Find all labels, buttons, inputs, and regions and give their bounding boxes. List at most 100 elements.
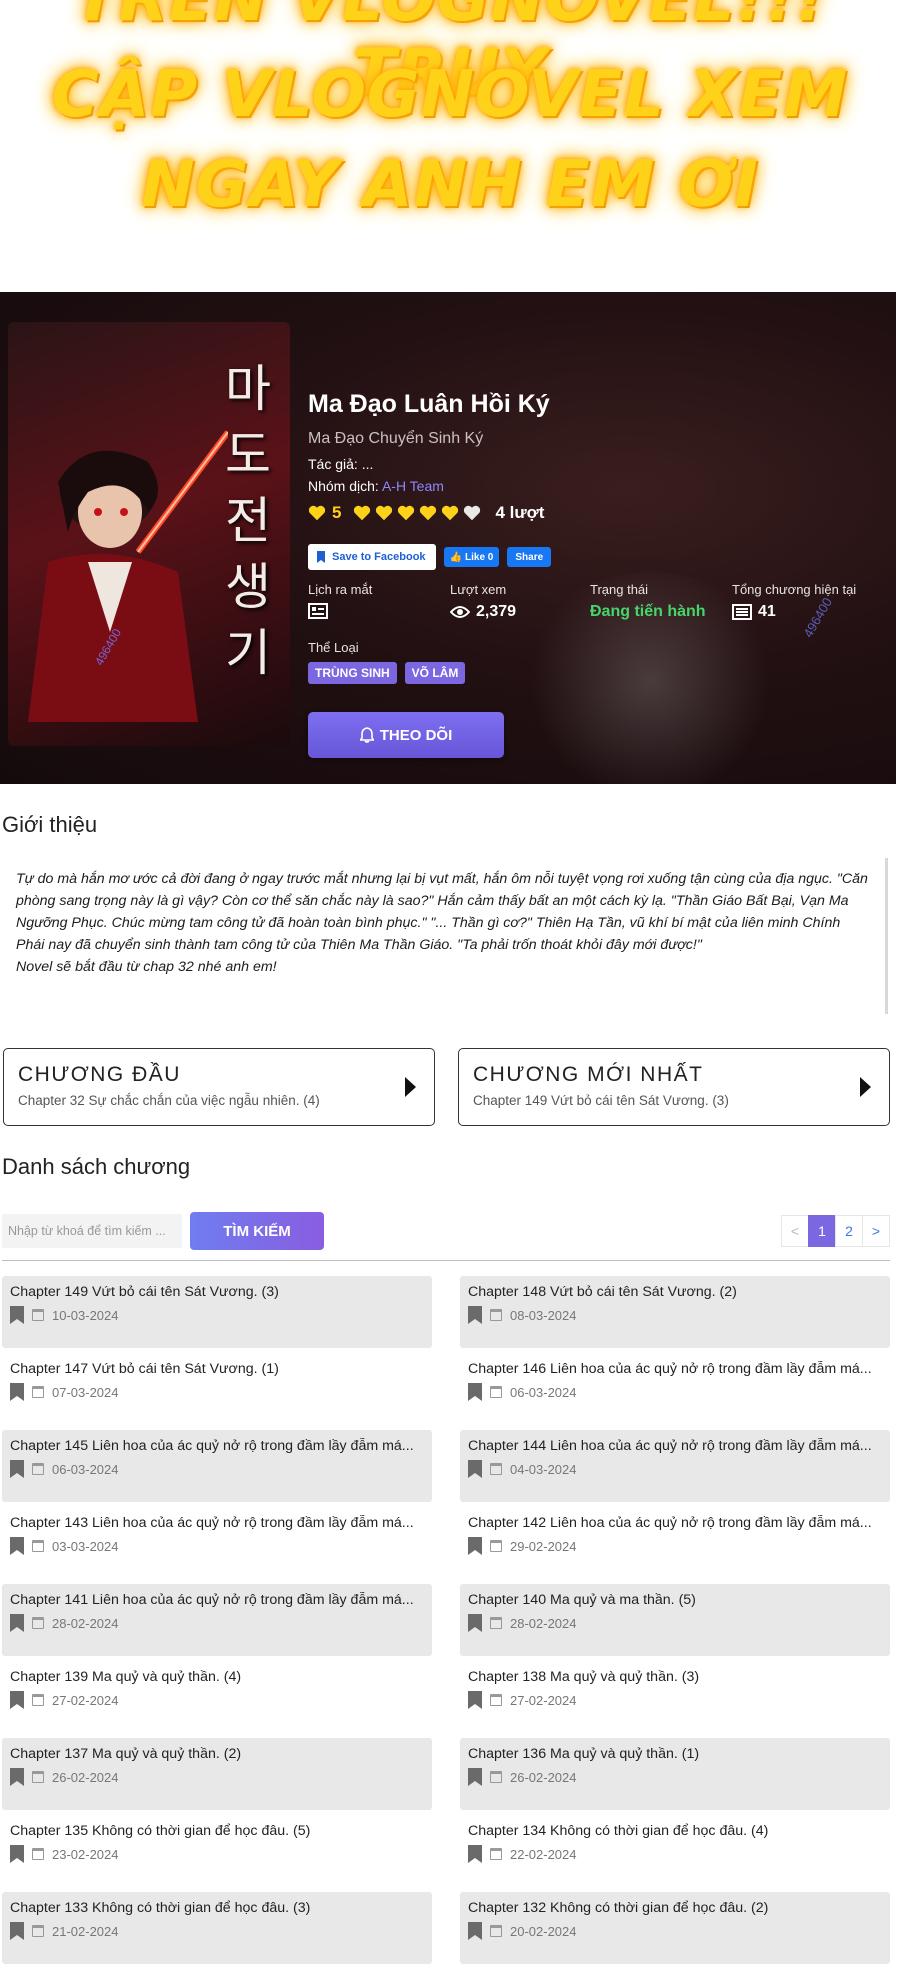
heart-empty-icon[interactable] [463, 504, 481, 522]
chapter-date: 10-03-2024 [52, 1307, 119, 1323]
bookmark-icon[interactable] [10, 1537, 24, 1555]
bookmark-icon[interactable] [468, 1845, 482, 1863]
chapter-link[interactable]: Chapter 144 Liên hoa của ác quỷ nở rộ tr… [468, 1438, 882, 1454]
bookmark-icon[interactable] [468, 1460, 482, 1478]
chapter-date: 20-02-2024 [510, 1923, 577, 1939]
bookmark-icon[interactable] [10, 1922, 24, 1940]
heart-icon[interactable] [419, 504, 437, 522]
calendar-icon [490, 1925, 502, 1937]
latest-chapter-card[interactable]: CHƯƠNG MỚI NHẤT Chapter 149 Vứt bỏ cái t… [458, 1048, 890, 1126]
genre-tag[interactable]: VÕ LÂM [404, 662, 466, 684]
promo-text-line-3: NGAY ANH EM ƠI [141, 148, 759, 222]
genre-tag[interactable]: TRÙNG SINH [308, 662, 397, 684]
chapter-meta: 06-03-2024 [468, 1383, 882, 1401]
chapter-date: 26-02-2024 [510, 1769, 577, 1785]
calendar-icon [490, 1463, 502, 1475]
chapter-list-item[interactable]: Chapter 149 Vứt bỏ cái tên Sát Vương. (3… [2, 1276, 432, 1348]
translator-team-link[interactable]: A-H Team [382, 478, 444, 494]
chapter-link[interactable]: Chapter 138 Ma quỷ và quỷ thần. (3) [468, 1669, 882, 1685]
chapter-list-item[interactable]: Chapter 138 Ma quỷ và quỷ thần. (3) 27-02… [460, 1661, 890, 1733]
chapter-list-heading: Danh sách chương [2, 1154, 191, 1179]
bookmark-icon[interactable] [10, 1306, 24, 1324]
pagination-prev[interactable]: < [781, 1215, 809, 1247]
follow-button[interactable]: THEO DÕI [308, 712, 504, 758]
stat-release: Lịch ra mắt [308, 582, 372, 619]
chapter-link[interactable]: Chapter 149 Vứt bỏ cái tên Sát Vương. (3… [10, 1284, 424, 1300]
chapter-list-item[interactable]: Chapter 146 Liên hoa của ác quỷ nở rộ tr… [460, 1353, 890, 1425]
bookmark-icon[interactable] [10, 1768, 24, 1786]
chapter-link[interactable]: Chapter 141 Liên hoa của ác quỷ nở rộ tr… [10, 1592, 424, 1608]
chapter-list-item[interactable]: Chapter 147 Vứt bỏ cái tên Sát Vương. (1… [2, 1353, 432, 1425]
chapter-list-item[interactable]: Chapter 137 Ma quỷ và quỷ thần. (2) 26-02… [2, 1738, 432, 1810]
heart-icon[interactable] [397, 504, 415, 522]
chapter-link[interactable]: Chapter 143 Liên hoa của ác quỷ nở rộ tr… [10, 1515, 424, 1531]
search-button[interactable]: TÌM KIẾM [190, 1212, 324, 1250]
facebook-like-button[interactable]: 👍 Like 0 [443, 547, 500, 567]
chapter-link[interactable]: Chapter 142 Liên hoa của ác quỷ nở rộ tr… [468, 1515, 882, 1531]
bookmark-icon[interactable] [468, 1768, 482, 1786]
chapter-meta: 29-02-2024 [468, 1537, 882, 1555]
chapter-list-item[interactable]: Chapter 132 Không có thời gian để học đâ… [460, 1892, 890, 1964]
chapter-link[interactable]: Chapter 137 Ma quỷ và quỷ thần. (2) [10, 1746, 424, 1762]
chapter-meta: 20-02-2024 [468, 1922, 882, 1940]
chapter-link[interactable]: Chapter 133 Không có thời gian để học đâ… [10, 1900, 424, 1916]
first-chapter-card[interactable]: CHƯƠNG ĐẦU Chapter 32 Sự chắc chắn của v… [3, 1048, 435, 1126]
heart-icon[interactable] [353, 504, 371, 522]
chapter-list-item[interactable]: Chapter 145 Liên hoa của ác quỷ nở rộ tr… [2, 1430, 432, 1502]
bookmark-icon[interactable] [468, 1922, 482, 1940]
divider [2, 1260, 890, 1261]
bookmark-icon[interactable] [468, 1614, 482, 1632]
chapter-list-item[interactable]: Chapter 136 Ma quỷ và quỷ thần. (1) 26-02… [460, 1738, 890, 1810]
chapter-meta: 23-02-2024 [10, 1845, 424, 1863]
bookmark-icon[interactable] [468, 1537, 482, 1555]
chapter-list-item[interactable]: Chapter 140 Ma quỷ và ma thần. (5) 28-02-… [460, 1584, 890, 1656]
heart-icon[interactable] [308, 504, 326, 522]
chapter-list-item[interactable]: Chapter 141 Liên hoa của ác quỷ nở rộ tr… [2, 1584, 432, 1656]
calendar-icon [490, 1309, 502, 1321]
bookmark-icon[interactable] [468, 1383, 482, 1401]
chapter-list-item[interactable]: Chapter 133 Không có thời gian để học đâ… [2, 1892, 432, 1964]
heart-icon[interactable] [441, 504, 459, 522]
pagination-next[interactable]: > [862, 1215, 890, 1247]
latest-chapter-heading: CHƯƠNG MỚI NHẤT [473, 1063, 704, 1086]
pagination-page[interactable]: 2 [835, 1215, 863, 1247]
chapter-list-item[interactable]: Chapter 139 Ma quỷ và quỷ thần. (4) 27-02… [2, 1661, 432, 1733]
bookmark-icon[interactable] [10, 1614, 24, 1632]
story-hero: 마도전생기 496400 496400 Ma Đạo Luân Hồi Ký M… [0, 292, 896, 784]
chapter-list-item[interactable]: Chapter 142 Liên hoa của ác quỷ nở rộ tr… [460, 1507, 890, 1579]
chapter-link[interactable]: Chapter 147 Vứt bỏ cái tên Sát Vương. (1… [10, 1361, 424, 1377]
bookmark-icon[interactable] [10, 1383, 24, 1401]
bookmark-icon[interactable] [10, 1845, 24, 1863]
list-icon [732, 604, 752, 620]
chapter-list-item[interactable]: Chapter 143 Liên hoa của ác quỷ nở rộ tr… [2, 1507, 432, 1579]
chapter-meta: 06-03-2024 [10, 1460, 424, 1478]
chapter-link[interactable]: Chapter 136 Ma quỷ và quỷ thần. (1) [468, 1746, 882, 1762]
facebook-like-label: Like 0 [465, 551, 494, 563]
chapter-date: 27-02-2024 [510, 1692, 577, 1708]
intro-heading: Giới thiệu [2, 812, 98, 837]
bookmark-icon[interactable] [468, 1306, 482, 1324]
bookmark-icon[interactable] [10, 1460, 24, 1478]
pagination-page[interactable]: 1 [808, 1215, 836, 1247]
chapter-link[interactable]: Chapter 132 Không có thời gian để học đâ… [468, 1900, 882, 1916]
chapter-link[interactable]: Chapter 134 Không có thời gian để học đâ… [468, 1823, 882, 1839]
chapter-link[interactable]: Chapter 146 Liên hoa của ác quỷ nở rộ tr… [468, 1361, 882, 1377]
chapter-link[interactable]: Chapter 139 Ma quỷ và quỷ thần. (4) [10, 1669, 424, 1685]
stat-status: Trạng thái Đang tiến hành [590, 582, 706, 621]
chapter-link[interactable]: Chapter 145 Liên hoa của ác quỷ nở rộ tr… [10, 1438, 424, 1454]
chapter-list-item[interactable]: Chapter 135 Không có thời gian để học đâ… [2, 1815, 432, 1887]
cover-image[interactable]: 마도전생기 496400 [8, 322, 290, 746]
chapter-link[interactable]: Chapter 135 Không có thời gian để học đâ… [10, 1823, 424, 1839]
chapter-list-item[interactable]: Chapter 144 Liên hoa của ác quỷ nở rộ tr… [460, 1430, 890, 1502]
save-to-facebook-button[interactable]: Save to Facebook [308, 544, 436, 570]
bookmark-icon[interactable] [468, 1691, 482, 1709]
stat-views-label: Lượt xem [450, 582, 507, 597]
facebook-share-button[interactable]: Share [507, 547, 552, 567]
chapter-link[interactable]: Chapter 140 Ma quỷ và ma thần. (5) [468, 1592, 882, 1608]
chapter-list-item[interactable]: Chapter 148 Vứt bỏ cái tên Sát Vương. (2… [460, 1276, 890, 1348]
bookmark-icon[interactable] [10, 1691, 24, 1709]
chapter-search-input[interactable] [2, 1214, 182, 1248]
chapter-link[interactable]: Chapter 148 Vứt bỏ cái tên Sát Vương. (2… [468, 1284, 882, 1300]
chapter-list-item[interactable]: Chapter 134 Không có thời gian để học đâ… [460, 1815, 890, 1887]
heart-icon[interactable] [375, 504, 393, 522]
